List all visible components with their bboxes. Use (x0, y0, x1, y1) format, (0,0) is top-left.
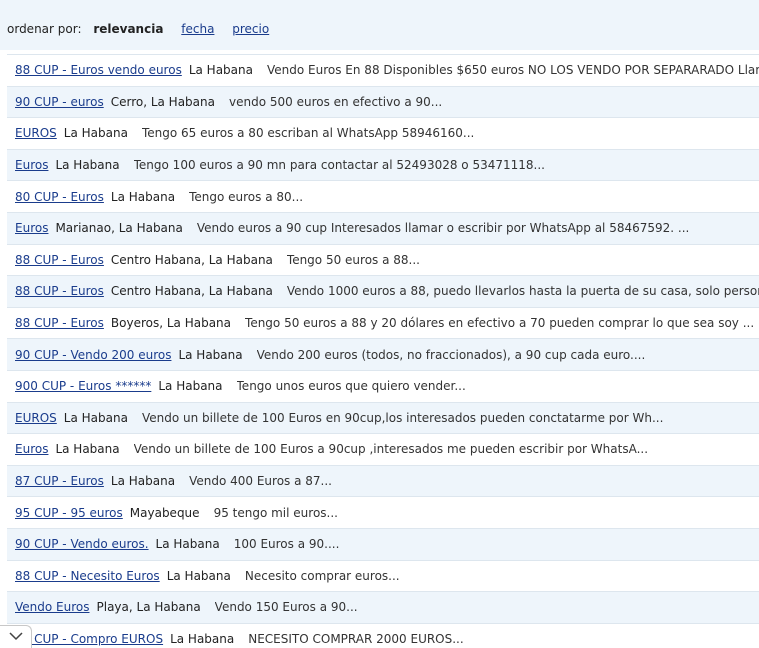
listing-title-link[interactable]: 88 CUP - Euros (15, 253, 104, 267)
listing-location: Marianao, La Habana (55, 221, 183, 236)
listing-description: Vendo un billete de 100 Euros a 90cup ,i… (133, 442, 649, 457)
sort-option-fecha[interactable]: fecha (181, 22, 214, 36)
listing-location: La Habana (170, 631, 235, 646)
listing-location: La Habana (188, 63, 253, 78)
list-item[interactable]: 90 CUP - euros Cerro, La Habana vendo 500 … (7, 85, 759, 118)
chevron-down-icon (8, 630, 23, 644)
listing-description: Vendo Euros En 88 Disponibles $650 euros… (267, 63, 759, 78)
listing-title-link[interactable]: 900 CUP - Euros ****** (15, 379, 151, 393)
listing-description: vendo 500 euros en efectivo a 90... (229, 94, 443, 109)
list-item[interactable]: Euros Marianao, La Habana Vendo euros a 90… (7, 211, 759, 244)
listing-title-link[interactable]: 88 CUP - Euros (15, 316, 104, 330)
listing-title-link[interactable]: 88 CUP - Necesito Euros (15, 569, 160, 583)
list-item[interactable]: 900 CUP - Euros ****** La Habana Tengo uno… (7, 369, 759, 402)
listing-description: NECESITO COMPRAR 2000 EUROS... (248, 631, 464, 646)
list-item[interactable]: 88 CUP - Necesito Euros La Habana Necesito… (7, 559, 759, 592)
listing-title-link[interactable]: 90 CUP - Compro EUROS (15, 632, 163, 646)
listing-location: Centro Habana, La Habana (110, 284, 273, 299)
sort-option-relevancia[interactable]: relevancia (93, 22, 163, 36)
list-item[interactable]: 90 CUP - Compro EUROS La Habana NECESITO C… (7, 622, 759, 648)
sort-label: ordenar por: (7, 22, 82, 36)
listing-description: Tengo 100 euros a 90 mn para contactar a… (133, 158, 545, 173)
listing-location: La Habana (63, 126, 128, 141)
list-item[interactable]: 88 CUP - Euros Centro Habana, La Habana Ve… (7, 275, 759, 307)
listing-location: Centro Habana, La Habana (110, 252, 273, 267)
listing-location: Boyeros, La Habana (110, 316, 232, 331)
listing-description: Vendo 1000 euros a 88, puedo llevarlos h… (286, 284, 759, 299)
list-item[interactable]: 88 CUP - Euros Centro Habana, La Habana Te… (7, 243, 759, 276)
listing-description: Necesito comprar euros... (244, 568, 400, 583)
listing-description: Vendo 400 Euros a 87... (189, 474, 332, 489)
listing-location: La Habana (110, 189, 176, 204)
listing-title-link[interactable]: 87 CUP - Euros (15, 474, 104, 488)
listing-description: Vendo un billete de 100 Euros en 90cup,l… (141, 410, 664, 425)
listing-location: Mayabeque (129, 505, 200, 520)
listing-title-link[interactable]: 88 CUP - Euros vendo euros (15, 63, 182, 77)
list-item[interactable]: 95 CUP - 95 euros Mayabeque 95 tengo mil e… (7, 496, 759, 528)
listing-title-link[interactable]: 90 CUP - Vendo euros. (15, 537, 149, 551)
listing-description: 100 Euros a 90.... (233, 537, 340, 552)
listing-location: La Habana (166, 568, 231, 583)
list-item[interactable]: Euros La Habana Vendo un billete de 100 Eu… (7, 433, 759, 465)
listing-location: La Habana (155, 537, 220, 552)
listing-description: Vendo 200 euros (todos, no fraccionados)… (256, 347, 646, 362)
listing-location: La Habana (63, 410, 128, 425)
listing-title-link[interactable]: Vendo Euros (15, 600, 90, 614)
listing-description: Vendo 150 Euros a 90... (214, 600, 358, 615)
list-item[interactable]: 88 CUP - Euros Boyeros, La Habana Tengo 50… (7, 306, 759, 339)
listing-location: La Habana (55, 158, 120, 173)
listing-location: Cerro, La Habana (110, 94, 215, 109)
collapse-toggle[interactable] (0, 625, 32, 648)
sort-option-precio[interactable]: precio (232, 22, 269, 36)
list-item[interactable]: 80 CUP - Euros La Habana Tengo euros a 80.… (7, 180, 759, 212)
listing-location: La Habana (55, 442, 120, 457)
listing-location: La Habana (178, 347, 243, 362)
list-item[interactable]: EUROS La Habana Tengo 65 euros a 80 escrib… (7, 117, 759, 149)
sort-bar: ordenar por: relevancia fecha precio (0, 0, 759, 50)
list-item[interactable]: 87 CUP - Euros La Habana Vendo 400 Euros a… (7, 464, 759, 497)
listing-description: Tengo unos euros que quiero vender... (236, 379, 466, 394)
list-item[interactable]: Euros La Habana Tengo 100 euros a 90 mn pa… (7, 148, 759, 181)
listing-title-link[interactable]: Euros (15, 158, 48, 172)
listing-location: La Habana (110, 474, 176, 489)
listing-title-link[interactable]: Euros (15, 221, 48, 235)
listing-description: Tengo 50 euros a 88 y 20 dólares en efec… (245, 316, 755, 331)
list-item[interactable]: 90 CUP - Vendo 200 euros La Habana Vendo 2… (7, 338, 759, 370)
listing-title-link[interactable]: 88 CUP - Euros (15, 284, 104, 298)
listing-description: Tengo euros a 80... (189, 189, 304, 204)
listing-description: Vendo euros a 90 cup Interesados llamar … (196, 221, 690, 236)
listing-title-link[interactable]: 95 CUP - 95 euros (15, 506, 123, 520)
listing-location: La Habana (158, 379, 223, 394)
listing-location: Playa, La Habana (96, 600, 201, 615)
listing-title-link[interactable]: 90 CUP - Vendo 200 euros (15, 348, 171, 362)
listing-description: Tengo 50 euros a 88... (286, 252, 420, 267)
listing-title-link[interactable]: 90 CUP - euros (15, 95, 104, 109)
list-item[interactable]: EUROS La Habana Vendo un billete de 100 Eu… (7, 401, 759, 434)
listing-title-link[interactable]: Euros (15, 442, 48, 456)
listing-title-link[interactable]: EUROS (15, 126, 57, 140)
listing-description: Tengo 65 euros a 80 escriban al WhatsApp… (141, 126, 475, 141)
listing-title-link[interactable]: EUROS (15, 411, 57, 425)
listings-list: 88 CUP - Euros vendo euros La Habana Vendo… (7, 54, 759, 648)
listing-title-link[interactable]: 80 CUP - Euros (15, 190, 104, 204)
list-item[interactable]: Vendo Euros Playa, La Habana Vendo 150 Eur… (7, 591, 759, 623)
list-item[interactable]: 88 CUP - Euros vendo euros La Habana Vendo… (7, 54, 759, 86)
listing-description: 95 tengo mil euros... (213, 505, 338, 520)
list-item[interactable]: 90 CUP - Vendo euros. La Habana 100 Euros … (7, 527, 759, 560)
